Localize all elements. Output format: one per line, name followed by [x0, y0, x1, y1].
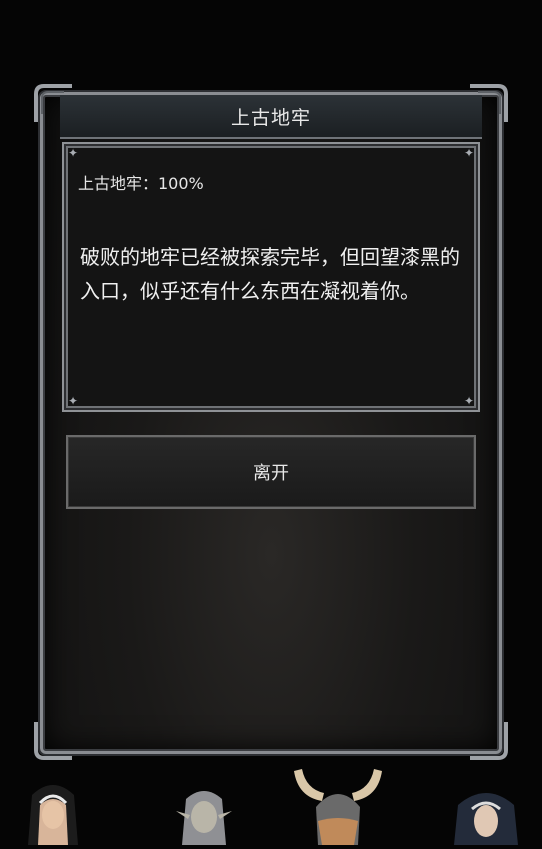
event-info-box: ✦ ✦ ✦ ✦ 上古地牢：100% 破败的地牢已经被探索完毕，但回望漆黑的入口，…	[62, 142, 480, 412]
leave-button-label: 离开	[253, 463, 289, 484]
dialog-title-bar: 上古地牢	[60, 95, 482, 139]
horned-warrior-portrait[interactable]	[288, 767, 388, 845]
sparkle-icon: ✦	[463, 394, 474, 408]
ornament-corner-bottom-left	[34, 720, 74, 760]
sparkle-icon: ✦	[463, 146, 474, 160]
exploration-progress-label: 上古地牢：100%	[78, 174, 204, 193]
sparkle-icon: ✦	[68, 394, 79, 408]
event-description: 破败的地牢已经被探索完毕，但回望漆黑的入口，似乎还有什么东西在凝视着你。	[80, 245, 460, 303]
leave-button[interactable]: 离开	[66, 435, 476, 509]
elf-hero-portrait[interactable]	[168, 785, 240, 845]
dialog-title: 上古地牢	[230, 106, 311, 129]
ornament-corner-bottom-right	[468, 720, 508, 760]
hooded-priestess-portrait[interactable]	[446, 785, 526, 845]
nun-hero-portrait[interactable]	[18, 775, 88, 845]
sparkle-icon: ✦	[68, 146, 79, 160]
